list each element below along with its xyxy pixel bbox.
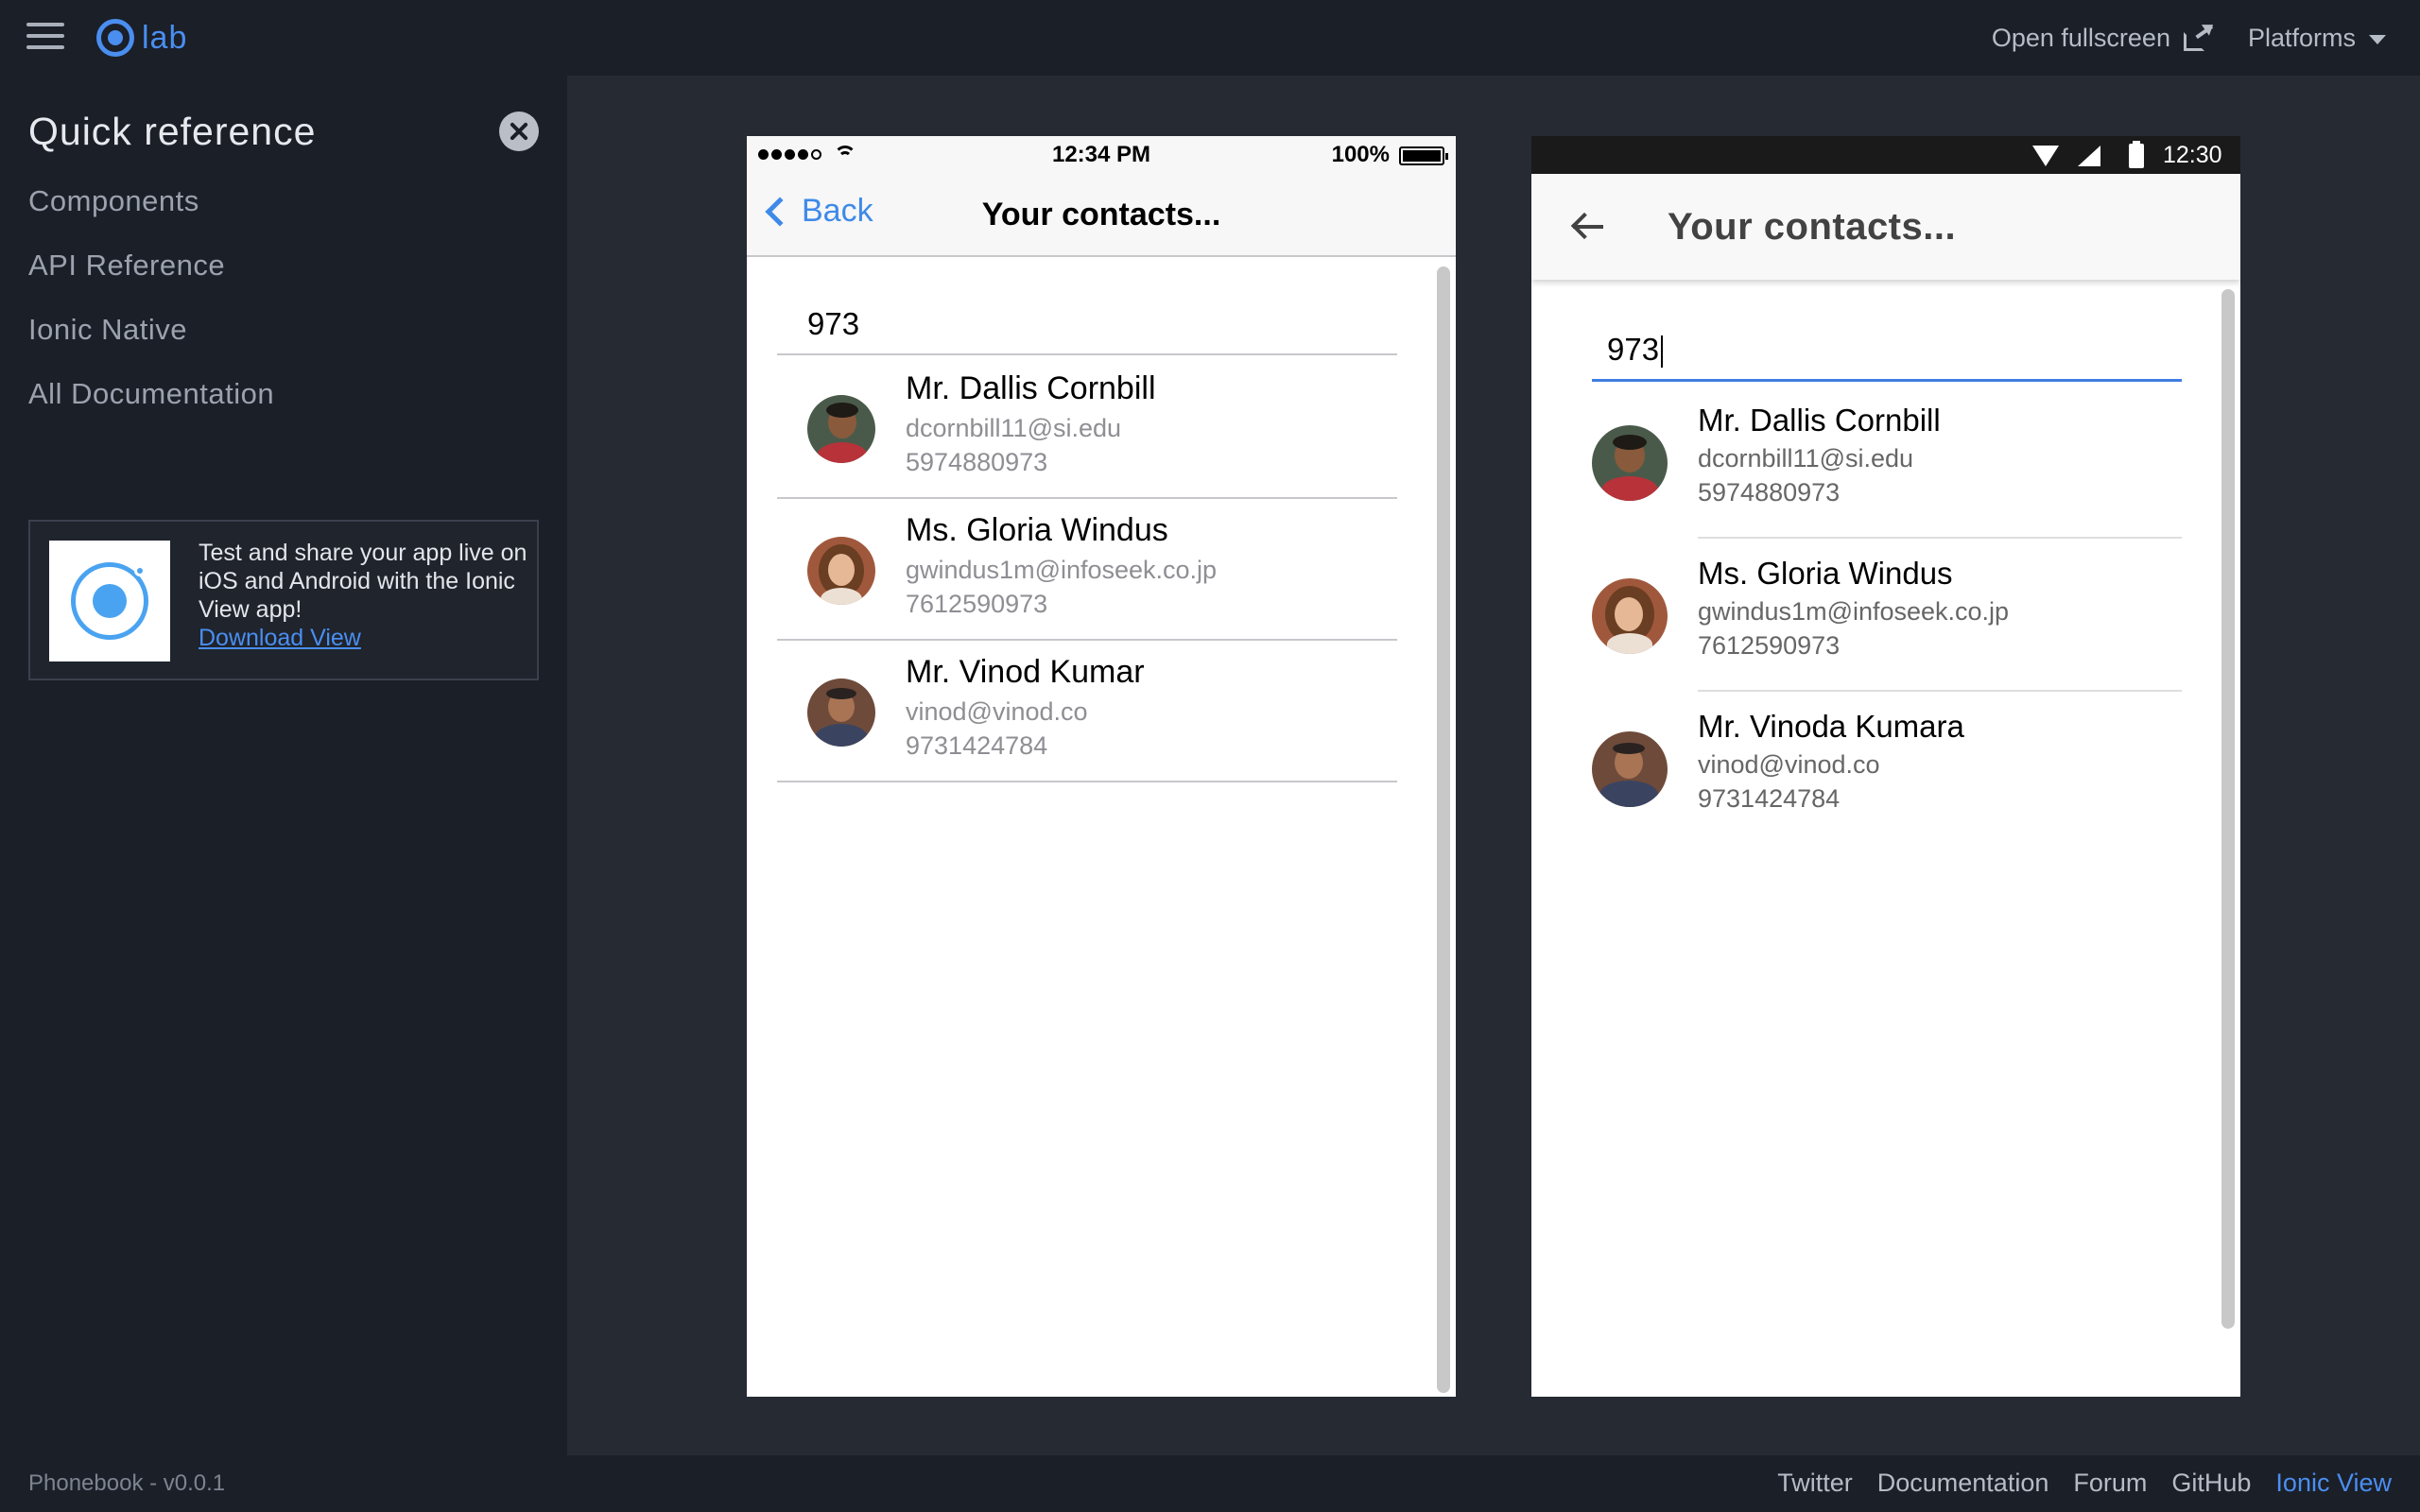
footer-link-twitter[interactable]: Twitter — [1777, 1469, 1853, 1498]
android-search-input[interactable]: 973 — [1592, 321, 2182, 382]
contact-name: Ms. Gloria Windus — [906, 512, 1168, 548]
ios-search-input[interactable]: 973 — [777, 295, 1397, 355]
ios-contact-list: Mr. Dallis Cornbill dcornbill11@si.edu 5… — [777, 357, 1397, 782]
list-item[interactable]: Ms. Gloria Windus gwindus1m@infoseek.co.… — [1592, 539, 2182, 692]
platforms-label: Platforms — [2247, 23, 2356, 52]
contact-email: vinod@vinod.co — [1698, 750, 1880, 779]
android-status-bar: 12:30 — [1531, 136, 2240, 174]
ios-battery-percent: 100% — [1331, 142, 1390, 167]
cell-signal-icon — [2078, 146, 2100, 166]
close-sidebar-icon[interactable] — [499, 112, 539, 151]
footer-link-forum[interactable]: Forum — [2073, 1469, 2147, 1498]
contact-name: Mr. Vinod Kumar — [906, 654, 1145, 690]
android-device-preview: 12:30 Your contacts... 973 Mr. Dallis Co… — [1531, 136, 2240, 1397]
list-item[interactable]: Mr. Vinod Kumar vinod@vinod.co 973142478… — [777, 641, 1397, 782]
android-contact-list: Mr. Dallis Cornbill dcornbill11@si.edu 5… — [1592, 386, 2182, 845]
external-link-icon — [2183, 19, 2218, 51]
avatar — [807, 395, 875, 463]
logo-text: lab — [142, 19, 188, 56]
ios-status-bar: 12:34 PM 100% — [747, 136, 1456, 174]
open-fullscreen-label: Open fullscreen — [1991, 23, 2170, 52]
contact-phone: 7612590973 — [1698, 631, 1841, 660]
contact-phone: 9731424784 — [906, 731, 1048, 760]
footer: Phonebook - v0.0.1 Twitter Documentation… — [0, 1455, 2420, 1512]
contact-name: Mr. Dallis Cornbill — [1698, 403, 1941, 438]
ios-navbar: Back Your contacts... — [747, 174, 1456, 257]
text-cursor — [1661, 335, 1664, 369]
contact-phone: 5974880973 — [1698, 478, 1841, 507]
android-page-title: Your contacts... — [1668, 206, 1957, 248]
open-fullscreen-button[interactable]: Open fullscreen — [1991, 19, 2218, 53]
contact-name: Ms. Gloria Windus — [1698, 556, 1953, 591]
avatar — [1592, 731, 1668, 807]
download-view-link[interactable]: Download View — [199, 625, 361, 651]
ionic-view-app-icon — [49, 541, 170, 662]
contact-email: vinod@vinod.co — [906, 697, 1088, 726]
footer-link-documentation[interactable]: Documentation — [1877, 1469, 2049, 1498]
footer-link-ionic-view[interactable]: Ionic View — [2275, 1469, 2392, 1498]
battery-icon — [1399, 146, 1448, 165]
android-content: 973 Mr. Dallis Cornbill dcornbill11@si.e… — [1531, 280, 2240, 1397]
contact-email: dcornbill11@si.edu — [906, 414, 1122, 442]
avatar — [807, 679, 875, 747]
android-toolbar: Your contacts... — [1531, 174, 2240, 280]
platforms-dropdown[interactable]: Platforms — [2248, 24, 2386, 53]
sidebar-link-all-documentation[interactable]: All Documentation — [28, 374, 274, 438]
quick-reference-sidebar: Quick reference Components API Reference… — [0, 76, 567, 1455]
android-search-value: 973 — [1607, 332, 1660, 367]
app-version: Phonebook - v0.0.1 — [28, 1470, 226, 1496]
list-item[interactable]: Mr. Vinoda Kumara vinod@vinod.co 9731424… — [1592, 692, 2182, 845]
wifi-icon — [2032, 146, 2059, 166]
contact-phone: 7612590973 — [906, 590, 1048, 618]
sidebar-link-components[interactable]: Components — [28, 181, 274, 246]
avatar — [1592, 578, 1668, 654]
ios-content: 973 Mr. Dallis Cornbill dcornbill11@si.e… — [747, 259, 1456, 1397]
battery-icon — [2129, 141, 2144, 168]
sidebar-link-api-reference[interactable]: API Reference — [28, 246, 274, 310]
ios-device-preview: 12:34 PM 100% Back Your contacts... 973 … — [747, 136, 1456, 1397]
ios-page-title: Your contacts... — [981, 197, 1221, 232]
contact-name: Mr. Dallis Cornbill — [906, 370, 1156, 406]
contact-phone: 5974880973 — [906, 448, 1048, 476]
android-status-time: 12:30 — [2163, 142, 2222, 168]
contact-phone: 9731424784 — [1698, 784, 1841, 813]
list-item[interactable]: Mr. Dallis Cornbill dcornbill11@si.edu 5… — [1592, 386, 2182, 539]
caret-down-icon — [2369, 35, 2386, 44]
promo-text: Test and share your app live on iOS and … — [199, 540, 527, 623]
sidebar-link-ionic-native[interactable]: Ionic Native — [28, 310, 274, 374]
list-item[interactable]: Mr. Dallis Cornbill dcornbill11@si.edu 5… — [777, 357, 1397, 499]
android-scrollbar[interactable] — [2221, 289, 2235, 1329]
ios-scrollbar[interactable] — [1437, 266, 1450, 1393]
ionic-view-promo: Test and share your app live on iOS and … — [28, 520, 539, 680]
list-item[interactable]: Ms. Gloria Windus gwindus1m@infoseek.co.… — [777, 499, 1397, 641]
contact-email: gwindus1m@infoseek.co.jp — [906, 556, 1218, 584]
contact-name: Mr. Vinoda Kumara — [1698, 709, 1964, 744]
top-bar: lab Open fullscreen Platforms — [0, 0, 2420, 76]
avatar — [1592, 425, 1668, 501]
avatar — [807, 537, 875, 605]
footer-link-github[interactable]: GitHub — [2171, 1469, 2251, 1498]
contact-email: gwindus1m@infoseek.co.jp — [1698, 597, 2010, 626]
contact-email: dcornbill11@si.edu — [1698, 444, 1914, 472]
hamburger-menu-icon[interactable] — [26, 23, 64, 53]
ionic-logo-icon — [96, 19, 134, 57]
arrow-back-icon[interactable] — [1569, 210, 1607, 244]
sidebar-title: Quick reference — [28, 110, 317, 153]
ionic-lab-logo[interactable]: lab — [96, 19, 187, 57]
